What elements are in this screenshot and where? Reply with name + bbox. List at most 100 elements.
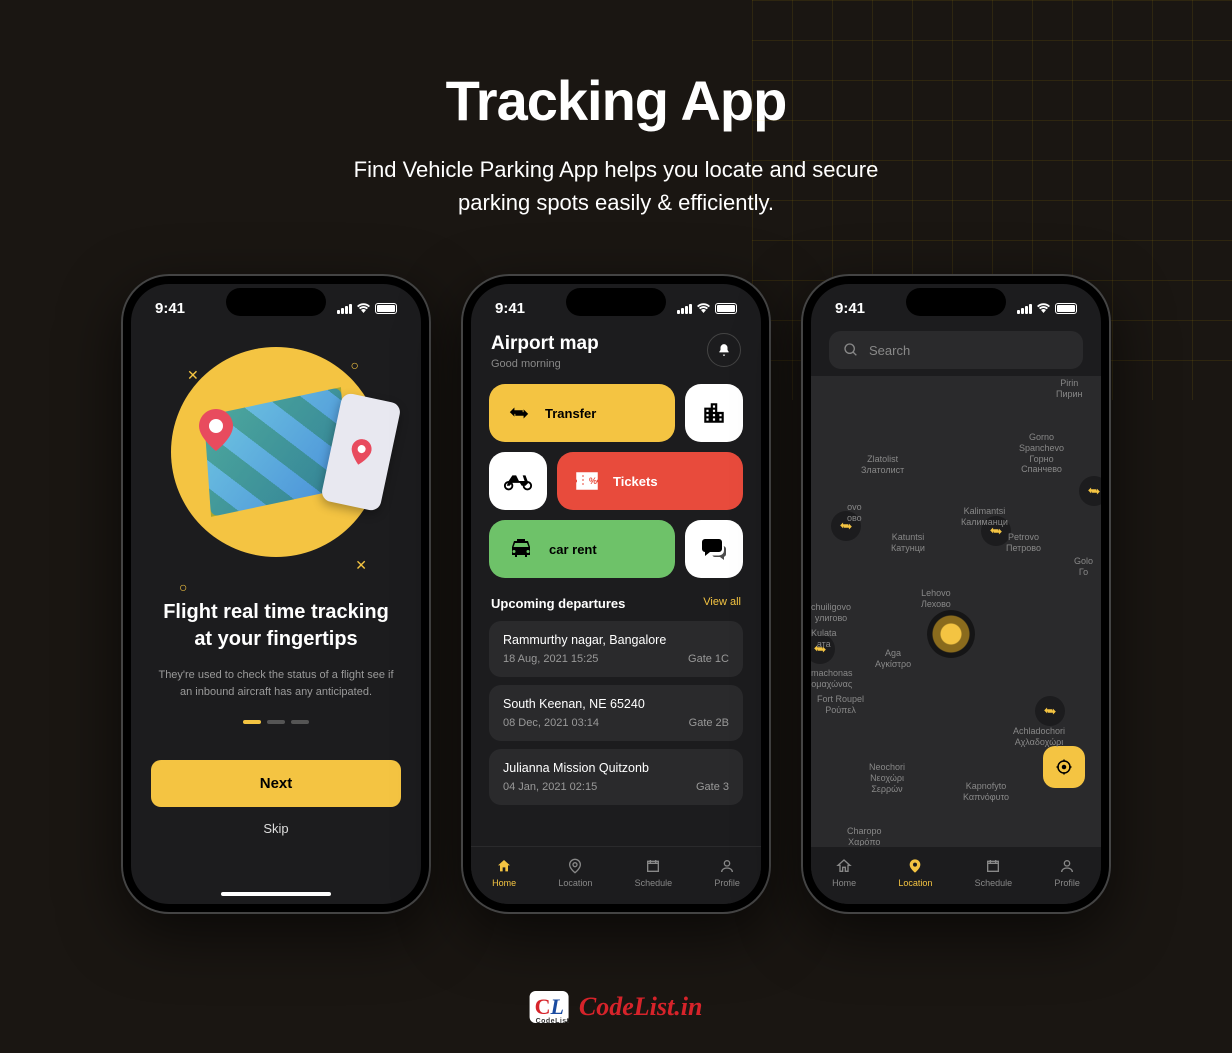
search-input[interactable]: Search: [829, 331, 1083, 369]
onboarding-illustration: [171, 347, 381, 557]
onboarding-title: Flight real time tracking at your finger…: [157, 599, 395, 653]
map-place-label: Lehovo Лехово: [921, 588, 951, 610]
tab-bar: Home Location Schedule Profile: [471, 846, 761, 904]
greeting-text: Good morning: [491, 358, 599, 370]
ticket-icon: %: [575, 471, 599, 491]
phone-map-view: 9:41 Search: [801, 274, 1111, 914]
signal-icon: [337, 304, 352, 314]
tab-location[interactable]: Location: [558, 857, 592, 888]
watermark-badge: CL CodeList: [530, 991, 569, 1023]
map-place-label: Kulata ата: [811, 628, 837, 650]
schedule-icon: [984, 857, 1002, 875]
map-place-label: Petrovo Петрово: [1006, 532, 1041, 554]
map-pin-icon: [199, 409, 233, 451]
notifications-button[interactable]: [707, 333, 741, 367]
map-place-label: Neochori Νεοχώρι Σερρών: [869, 762, 905, 794]
departures-list: Rammurthy nagar, Bangalore 18 Aug, 2021 …: [471, 621, 761, 805]
tile-chat[interactable]: [685, 520, 743, 578]
search-placeholder: Search: [869, 343, 910, 358]
wifi-icon: [356, 301, 371, 316]
building-icon: [701, 400, 727, 426]
watermark-text: CodeList.in: [579, 992, 703, 1022]
schedule-icon: [644, 857, 662, 875]
tab-location[interactable]: Location: [898, 857, 932, 888]
map-canvas[interactable]: Pirin ПиринZlatolist ЗлатолистGorno Span…: [811, 376, 1101, 852]
battery-icon: [715, 303, 737, 314]
tab-schedule[interactable]: Schedule: [975, 857, 1013, 888]
tile-motorcycle[interactable]: [489, 452, 547, 510]
user-location-marker: [927, 610, 975, 658]
home-indicator: [221, 892, 331, 896]
map-place-label: Aga Αγκίστρο: [875, 648, 911, 670]
watermark: CL CodeList CodeList.in: [530, 991, 703, 1023]
tab-bar: Home Location Schedule Profile: [811, 846, 1101, 904]
map-marker[interactable]: [1035, 696, 1065, 726]
map-place-label: Charopo Χαρόπο: [847, 826, 882, 848]
signal-icon: [1017, 304, 1032, 314]
map-place-label: Golo Го: [1074, 556, 1093, 578]
crosshair-icon: [1055, 758, 1073, 776]
device-notch: [226, 288, 326, 316]
map-marker[interactable]: [1079, 476, 1101, 506]
view-all-link[interactable]: View all: [703, 596, 741, 611]
profile-icon: [718, 857, 736, 875]
device-notch: [566, 288, 666, 316]
tab-profile[interactable]: Profile: [714, 857, 740, 888]
tile-building[interactable]: [685, 384, 743, 442]
tab-schedule[interactable]: Schedule: [635, 857, 673, 888]
section-title: Upcoming departures: [491, 596, 625, 611]
map-place-label: Gorno Spanchevo Горно Спанчево: [1019, 432, 1064, 475]
departure-item[interactable]: Julianna Mission Quitzonb 04 Jan, 2021 0…: [489, 749, 743, 805]
status-icons: [677, 300, 737, 317]
dot: [267, 720, 285, 724]
dot: [291, 720, 309, 724]
screen-title: Airport map: [491, 333, 599, 355]
tile-label: Transfer: [545, 406, 596, 421]
chat-icon: [701, 537, 727, 561]
departure-item[interactable]: South Keenan, NE 65240 08 Dec, 2021 03:1…: [489, 685, 743, 741]
status-time: 9:41: [495, 300, 525, 317]
location-icon: [906, 857, 924, 875]
home-icon: [835, 857, 853, 875]
map-place-label: Kalimantsi Калиманци: [961, 506, 1008, 528]
status-time: 9:41: [155, 300, 185, 317]
next-button[interactable]: Next: [151, 760, 401, 807]
bell-icon: [717, 343, 731, 357]
tab-home[interactable]: Home: [492, 857, 516, 888]
skip-button[interactable]: Skip: [131, 821, 421, 836]
wifi-icon: [1036, 301, 1051, 316]
map-place-label: Achladochori Αχλαδοχώρι: [1013, 726, 1065, 748]
tile-transfer[interactable]: Transfer: [489, 384, 675, 442]
map-place-label: Zlatolist Златолист: [861, 454, 904, 476]
tile-tickets[interactable]: % Tickets: [557, 452, 743, 510]
status-time: 9:41: [835, 300, 865, 317]
map-place-label: Katuntsi Катунци: [891, 532, 925, 554]
map-place-label: ovo ово: [847, 502, 862, 524]
svg-text:%: %: [589, 476, 597, 486]
map-place-label: Fort Roupel Ρούπελ: [817, 694, 864, 716]
departure-item[interactable]: Rammurthy nagar, Bangalore 18 Aug, 2021 …: [489, 621, 743, 677]
screen-onboarding: 9:41 ✕ ○ ✕ ○ ○: [131, 284, 421, 904]
tab-home[interactable]: Home: [832, 857, 856, 888]
locate-me-button[interactable]: [1043, 746, 1085, 788]
map-place-label: Kapnofyto Καπνόφυτο: [963, 781, 1009, 803]
motorcycle-icon: [503, 471, 533, 491]
phone-mockups-row: 9:41 ✕ ○ ✕ ○ ○: [0, 274, 1232, 914]
onboarding-subtitle: They're used to check the status of a fl…: [157, 667, 395, 700]
phone-airport-map: 9:41 Airport map Good morning: [461, 274, 771, 914]
tile-label: Tickets: [613, 474, 658, 489]
battery-icon: [1055, 303, 1077, 314]
status-icons: [1017, 300, 1077, 317]
map-place-label: machonas ομαχώνας: [811, 668, 853, 690]
profile-icon: [1058, 857, 1076, 875]
tab-profile[interactable]: Profile: [1054, 857, 1080, 888]
location-icon: [566, 857, 584, 875]
search-icon: [843, 342, 859, 358]
tile-car-rent[interactable]: car rent: [489, 520, 675, 578]
transfer-icon: [507, 402, 531, 424]
wifi-icon: [696, 301, 711, 316]
screen-map: 9:41 Search: [811, 284, 1101, 904]
home-icon: [495, 857, 513, 875]
device-notch: [906, 288, 1006, 316]
map-place-label: chuiligovo улигово: [811, 602, 851, 624]
